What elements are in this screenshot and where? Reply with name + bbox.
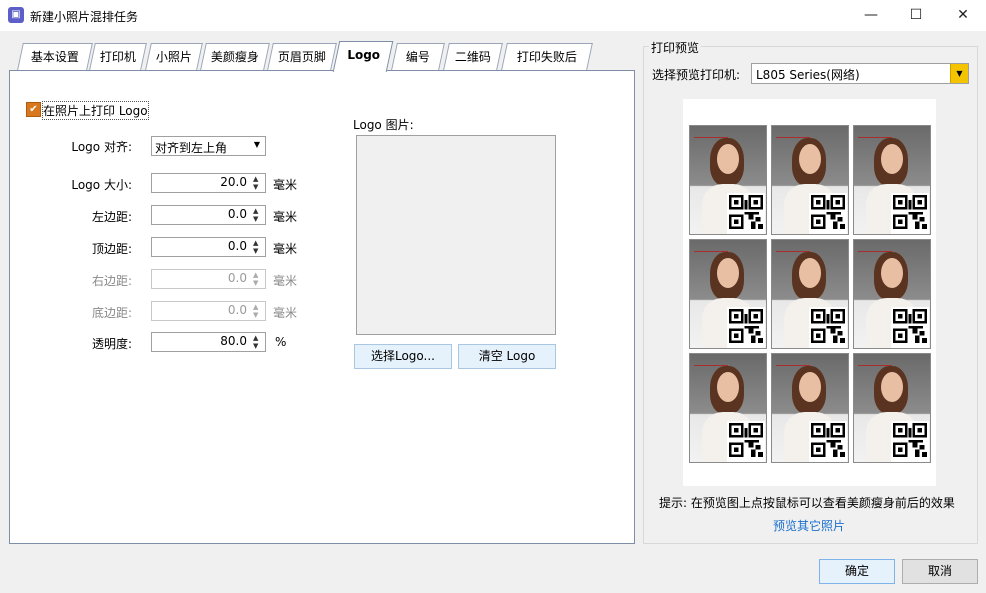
right-margin-label: 右边距: xyxy=(91,274,132,288)
stepper-arrows-icon[interactable]: ▲ ▼ xyxy=(253,175,263,191)
close-button[interactable]: ✕ xyxy=(940,0,986,31)
size-stepper[interactable]: 20.0 ▲ ▼ xyxy=(151,173,266,193)
portrait-face xyxy=(881,144,903,174)
top-margin-stepper[interactable]: 0.0 ▲ ▼ xyxy=(151,237,266,257)
stepper-arrows-icon[interactable]: ▲ ▼ xyxy=(253,207,263,223)
left-margin-stepper[interactable]: 0.0 ▲ ▼ xyxy=(151,205,266,225)
logo-overlay-mark xyxy=(858,243,892,252)
qr-code-icon xyxy=(727,307,765,348)
logo-overlay-mark xyxy=(776,243,810,252)
qr-code-icon xyxy=(809,421,847,462)
left-margin-unit: 毫米 xyxy=(273,210,298,224)
right-margin-stepper: 0.0 ▲ ▼ xyxy=(151,269,266,289)
portrait-face xyxy=(799,144,821,174)
size-unit: 毫米 xyxy=(273,178,298,192)
qr-code-icon xyxy=(809,193,847,234)
minimize-button[interactable]: — xyxy=(848,0,894,31)
close-icon: ✕ xyxy=(957,7,969,23)
stepper-arrows-icon: ▲ ▼ xyxy=(253,271,259,287)
size-label: Logo 大小: xyxy=(71,178,132,192)
tab-qrcode[interactable]: 二维码 xyxy=(443,43,503,70)
qr-code-icon xyxy=(727,193,765,234)
logo-image-box xyxy=(356,135,556,335)
preview-photo[interactable] xyxy=(853,239,931,349)
qr-code-icon xyxy=(809,307,847,348)
portrait-face xyxy=(799,372,821,402)
preview-group-title: 打印预览 xyxy=(649,39,702,56)
logo-overlay-mark xyxy=(858,129,892,138)
logo-overlay-mark xyxy=(858,357,892,366)
logo-overlay-mark xyxy=(694,357,728,366)
left-margin-label: 左边距: xyxy=(91,210,132,224)
clear-logo-button[interactable]: 清空 Logo xyxy=(458,344,556,369)
maximize-icon: ☐ xyxy=(909,7,923,23)
title-bar: ▣ 新建小照片混排任务 — ☐ ✕ xyxy=(0,0,986,31)
portrait-face xyxy=(799,258,821,288)
qr-code-icon xyxy=(727,421,765,462)
logo-overlay-mark xyxy=(694,243,728,252)
stepper-arrows-icon[interactable]: ▲ ▼ xyxy=(253,239,263,255)
logo-settings-panel: ✔ 在照片上打印 Logo Logo 对齐: 对齐到左上角 ▼ Logo 大小:… xyxy=(9,70,635,544)
choose-logo-button[interactable]: 选择Logo... xyxy=(354,344,452,369)
app-icon: ▣ xyxy=(8,7,24,23)
tab-printer[interactable]: 打印机 xyxy=(89,43,147,70)
print-logo-label[interactable]: 在照片上打印 Logo xyxy=(42,101,149,120)
portrait-face xyxy=(717,258,739,288)
logo-overlay-mark xyxy=(776,357,810,366)
preview-photo[interactable] xyxy=(853,125,931,235)
dropdown-arrow-icon[interactable]: ▼ xyxy=(950,64,968,83)
portrait-face xyxy=(881,258,903,288)
tab-small-photo[interactable]: 小照片 xyxy=(145,43,203,70)
preview-photo[interactable] xyxy=(689,125,767,235)
ok-button[interactable]: 确定 xyxy=(819,559,895,584)
right-margin-unit: 毫米 xyxy=(273,274,298,288)
preview-photo[interactable] xyxy=(771,239,849,349)
opacity-unit: % xyxy=(275,335,287,349)
logo-image-label: Logo 图片: xyxy=(353,118,414,132)
print-logo-checkbox[interactable]: ✔ xyxy=(26,102,41,117)
tab-basic-settings[interactable]: 基本设置 xyxy=(17,43,93,70)
window-title: 新建小照片混排任务 xyxy=(30,10,139,24)
preview-photo[interactable] xyxy=(689,239,767,349)
preview-other-photos-link[interactable]: 预览其它照片 xyxy=(773,517,845,534)
tab-logo[interactable]: Logo xyxy=(332,41,394,72)
preview-printer-select[interactable]: L805 Series(网络) ▼ xyxy=(751,63,969,84)
align-label: Logo 对齐: xyxy=(71,140,132,154)
preview-photo[interactable] xyxy=(853,353,931,463)
tab-print-fail[interactable]: 打印失败后 xyxy=(501,43,593,70)
minimize-icon: — xyxy=(864,7,878,23)
preview-photo[interactable] xyxy=(771,353,849,463)
logo-overlay-mark xyxy=(694,129,728,138)
print-preview-page[interactable] xyxy=(683,99,936,486)
portrait-face xyxy=(717,372,739,402)
bottom-margin-unit: 毫米 xyxy=(273,306,298,320)
tab-header-footer[interactable]: 页眉页脚 xyxy=(267,43,337,70)
stepper-arrows-icon: ▲ ▼ xyxy=(253,303,259,319)
preview-photo[interactable] xyxy=(689,353,767,463)
preview-hint: 提示: 在预览图上点按鼠标可以查看美颜瘦身前后的效果 xyxy=(659,496,955,510)
align-select[interactable]: 对齐到左上角 ▼ xyxy=(151,136,266,156)
preview-printer-label: 选择预览打印机: xyxy=(652,68,741,82)
logo-overlay-mark xyxy=(776,129,810,138)
portrait-face xyxy=(881,372,903,402)
preview-photo[interactable] xyxy=(771,125,849,235)
top-margin-label: 顶边距: xyxy=(91,242,132,256)
opacity-label: 透明度: xyxy=(91,337,132,351)
tab-beauty[interactable]: 美颜瘦身 xyxy=(200,43,270,70)
top-margin-unit: 毫米 xyxy=(273,242,298,256)
dropdown-arrow-icon: ▼ xyxy=(253,140,260,149)
bottom-margin-label: 底边距: xyxy=(91,306,132,320)
bottom-margin-stepper: 0.0 ▲ ▼ xyxy=(151,301,266,321)
tab-number[interactable]: 编号 xyxy=(391,43,445,70)
cancel-button[interactable]: 取消 xyxy=(902,559,978,584)
portrait-face xyxy=(717,144,739,174)
qr-code-icon xyxy=(891,193,929,234)
qr-code-icon xyxy=(891,421,929,462)
qr-code-icon xyxy=(891,307,929,348)
stepper-arrows-icon[interactable]: ▲ ▼ xyxy=(253,334,263,350)
maximize-button[interactable]: ☐ xyxy=(893,0,939,31)
opacity-stepper[interactable]: 80.0 ▲ ▼ xyxy=(151,332,266,352)
